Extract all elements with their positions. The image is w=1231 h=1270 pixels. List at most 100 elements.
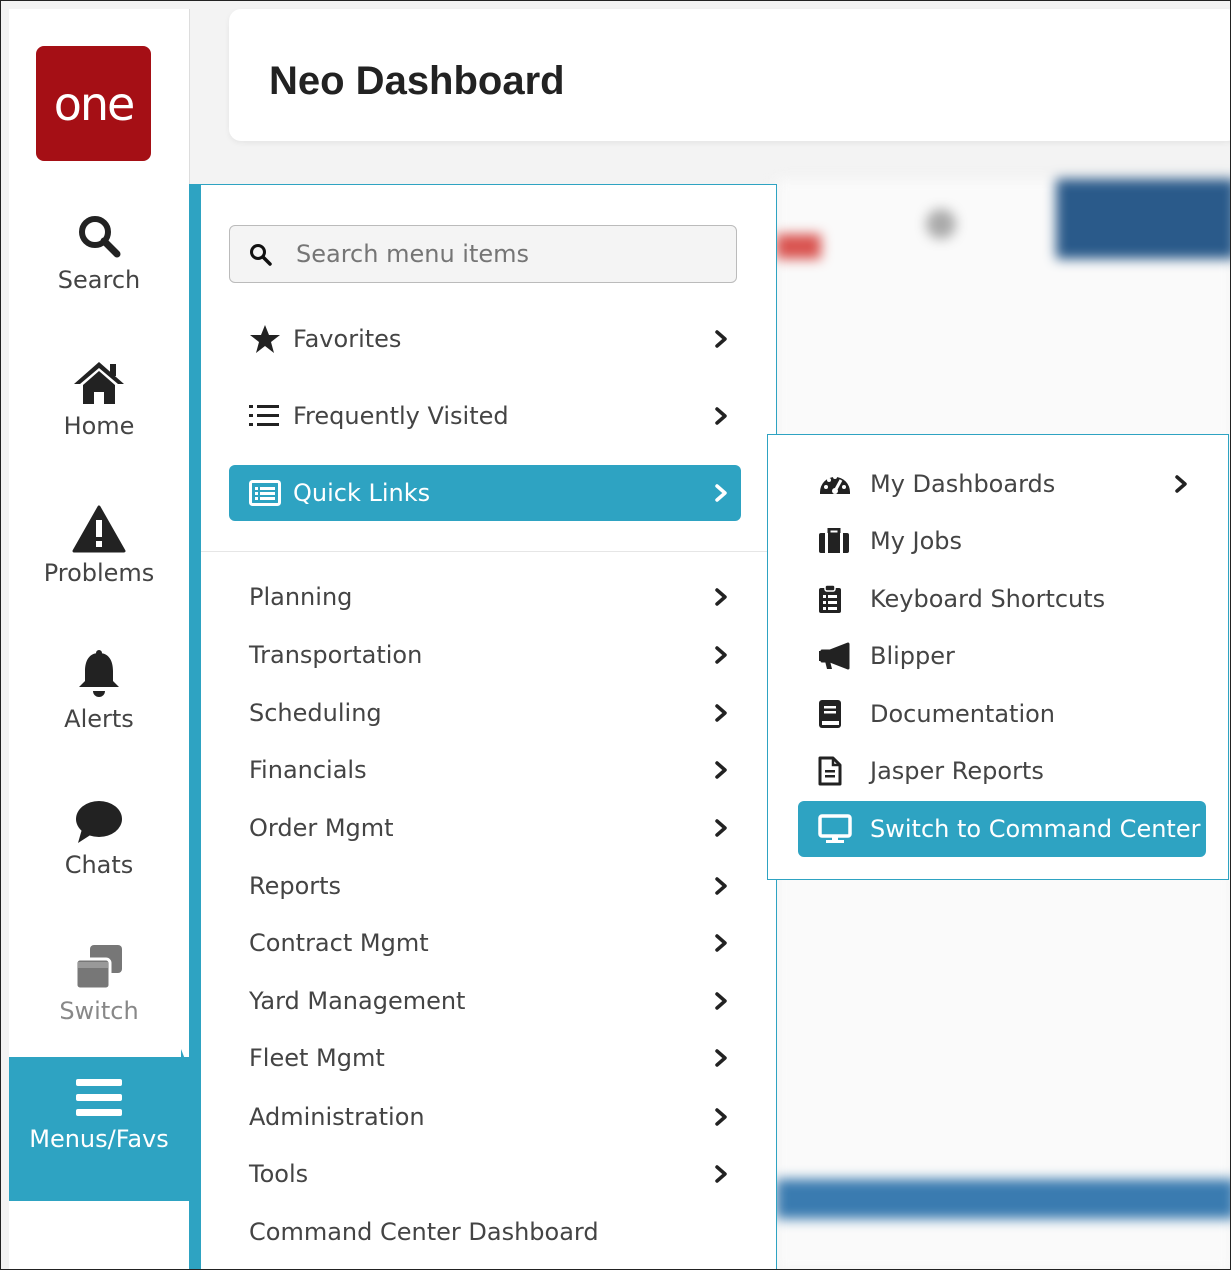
nav-chats[interactable]: Chats	[9, 791, 189, 879]
submenu-item-label: Keyboard Shortcuts	[870, 585, 1106, 613]
list-icon	[229, 402, 293, 430]
search-input[interactable]	[294, 239, 698, 269]
warning-icon	[72, 505, 126, 553]
search-icon	[248, 242, 274, 266]
submenu-item-label: My Jobs	[870, 527, 963, 555]
jobs-icon	[798, 528, 870, 554]
nav-home-label: Home	[63, 412, 135, 440]
menu-item-favorites[interactable]: Favorites	[229, 311, 741, 367]
submenu-item-keyboard-shortcuts[interactable]: Keyboard Shortcuts	[798, 571, 1206, 627]
clipboard-icon	[798, 584, 870, 614]
submenu-item-blipper[interactable]: Blipper	[798, 628, 1206, 684]
submenu-item-label: My Dashboards	[870, 470, 1056, 498]
menu-item-label: Transportation	[249, 641, 423, 669]
chevron-right-icon	[701, 703, 741, 723]
quick-links-submenu: My Dashboards My Jobs Keyboard Shortcuts…	[767, 434, 1229, 880]
menu-item-label: Fleet Mgmt	[249, 1044, 385, 1072]
menu-item-label: Reports	[249, 872, 342, 900]
nav-chats-label: Chats	[64, 851, 134, 879]
menu-item-label: Quick Links	[293, 479, 431, 507]
search-icon	[79, 216, 121, 258]
menu-item-quick-links[interactable]: Quick Links	[229, 465, 741, 521]
menu-item-label: Contract Mgmt	[249, 929, 429, 957]
menu-item-label: Administration	[249, 1103, 425, 1131]
menu-item-yard-management[interactable]: Yard Management	[229, 973, 741, 1029]
menu-item-label: Scheduling	[249, 699, 382, 727]
quick-links-icon	[229, 480, 293, 506]
nav-search-label: Search	[57, 266, 141, 294]
switch-icon	[74, 945, 122, 991]
submenu-item-label: Blipper	[870, 642, 955, 670]
page-title: Neo Dashboard	[269, 59, 565, 103]
nav-alerts-label: Alerts	[64, 705, 134, 733]
chevron-right-icon	[701, 876, 741, 896]
nav-problems[interactable]: Problems	[9, 499, 189, 587]
menu-item-label: Frequently Visited	[293, 402, 509, 430]
chevron-right-icon	[701, 406, 741, 426]
menu-item-contract-mgmt[interactable]: Contract Mgmt	[229, 915, 741, 971]
submenu-item-label: Documentation	[870, 700, 1056, 728]
home-icon	[74, 362, 124, 404]
page-header: Neo Dashboard	[229, 9, 1230, 141]
left-nav: one Search Home Problems Alerts Chats Sw…	[9, 9, 190, 1269]
nav-switch[interactable]: Switch	[9, 937, 189, 1025]
submenu-item-documentation[interactable]: Documentation	[798, 686, 1206, 742]
submenu-item-jasper-reports[interactable]: Jasper Reports	[798, 743, 1206, 799]
menu-item-scheduling[interactable]: Scheduling	[229, 685, 741, 741]
dashboard-icon	[798, 470, 870, 498]
chevron-right-icon	[701, 933, 741, 953]
menu-panel: Favorites Frequently Visited Quick Links…	[189, 184, 777, 1269]
chevron-right-icon	[701, 1048, 741, 1068]
menu-search[interactable]	[229, 225, 737, 283]
chevron-right-icon	[701, 483, 741, 503]
file-icon	[798, 756, 870, 786]
submenu-item-label: Switch to Command Center	[870, 815, 1201, 843]
star-icon	[229, 324, 293, 354]
app-logo[interactable]: one	[36, 46, 151, 161]
menu-item-label: Yard Management	[249, 987, 466, 1015]
submenu-item-label: Jasper Reports	[870, 757, 1044, 785]
menu-item-administration[interactable]: Administration	[229, 1089, 741, 1145]
submenu-item-my-dashboards[interactable]: My Dashboards	[798, 456, 1206, 512]
menu-item-label: Tools	[249, 1160, 309, 1188]
nav-menus-favs-label: Menus/Favs	[29, 1125, 169, 1153]
menu-item-fleet-mgmt[interactable]: Fleet Mgmt	[229, 1030, 741, 1086]
submenu-item-switch-to-command-center[interactable]: Switch to Command Center	[798, 801, 1206, 857]
menu-item-label: Favorites	[293, 325, 402, 353]
menu-item-transportation[interactable]: Transportation	[229, 627, 741, 683]
menu-item-label: Planning	[249, 583, 353, 611]
menu-item-label: Order Mgmt	[249, 814, 394, 842]
chevron-right-icon	[701, 1107, 741, 1127]
chevron-right-icon	[701, 645, 741, 665]
book-icon	[798, 699, 870, 729]
chevron-right-icon	[701, 329, 741, 349]
menu-item-frequently-visited[interactable]: Frequently Visited	[229, 388, 741, 444]
menu-item-command-center-dashboard[interactable]: Command Center Dashboard	[229, 1204, 741, 1260]
menu-item-order-mgmt[interactable]: Order Mgmt	[229, 800, 741, 856]
chevron-right-icon	[701, 818, 741, 838]
chevron-right-icon	[701, 991, 741, 1011]
app-frame: Neo Dashboard one Search Home Problems A…	[0, 0, 1231, 1270]
submenu-item-my-jobs[interactable]: My Jobs	[798, 513, 1206, 569]
menu-item-tools[interactable]: Tools	[229, 1146, 741, 1202]
chevron-right-icon	[1156, 474, 1206, 494]
chevron-right-icon	[701, 760, 741, 780]
nav-switch-label: Switch	[59, 997, 139, 1025]
menu-item-label: Financials	[249, 756, 367, 784]
menu-divider	[201, 551, 776, 552]
nav-alerts[interactable]: Alerts	[9, 645, 189, 733]
nav-menus-favs[interactable]: Menus/Favs	[9, 1057, 189, 1201]
chat-icon	[76, 801, 122, 843]
nav-problems-label: Problems	[43, 559, 155, 587]
monitor-icon	[798, 814, 870, 844]
menu-item-financials[interactable]: Financials	[229, 742, 741, 798]
chevron-right-icon	[701, 1164, 741, 1184]
nav-home[interactable]: Home	[9, 352, 189, 440]
chevron-right-icon	[701, 587, 741, 607]
menu-icon	[76, 1079, 122, 1116]
nav-search[interactable]: Search	[9, 206, 189, 294]
menu-item-planning[interactable]: Planning	[229, 569, 741, 625]
megaphone-icon	[798, 642, 870, 670]
bell-icon	[79, 650, 119, 697]
menu-item-reports[interactable]: Reports	[229, 858, 741, 914]
